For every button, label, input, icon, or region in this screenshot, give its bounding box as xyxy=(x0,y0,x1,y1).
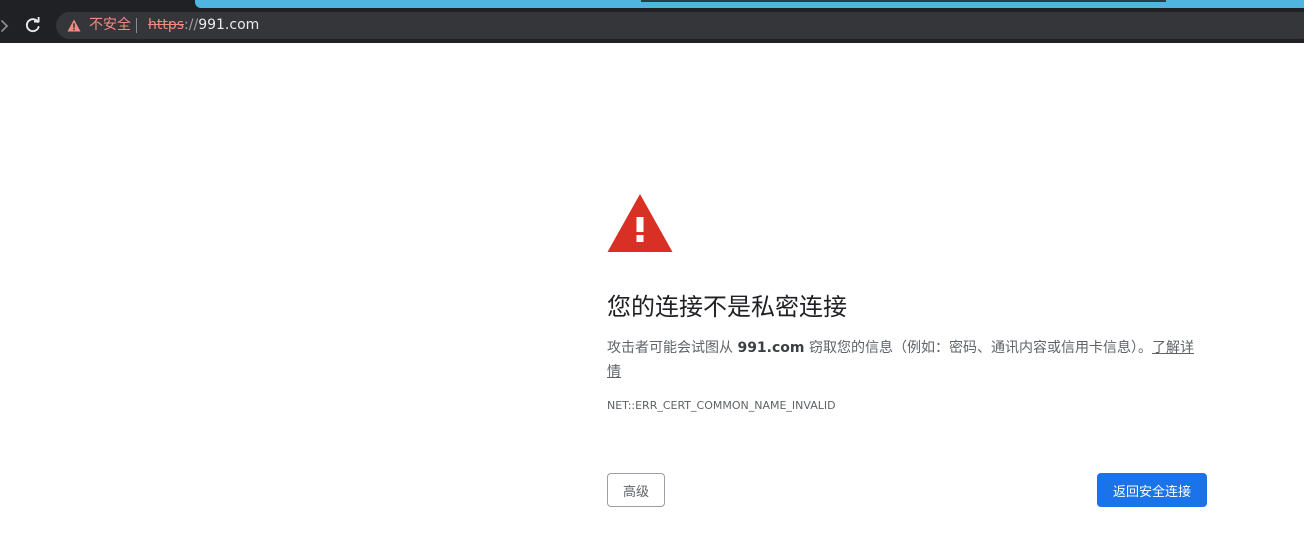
url-separator: :// xyxy=(184,17,199,33)
tab-strip xyxy=(0,0,1304,8)
omnibox-divider xyxy=(136,18,137,33)
browser-toolbar: 不安全 https://991.com xyxy=(0,8,1304,43)
tab-highlight-line xyxy=(641,0,1166,2)
reload-icon[interactable] xyxy=(24,16,42,34)
security-status-label[interactable]: 不安全 xyxy=(89,16,131,35)
back-to-safety-button[interactable]: 返回安全连接 xyxy=(1097,473,1207,507)
advanced-button[interactable]: 高级 xyxy=(607,473,665,507)
url-text[interactable]: https://991.com xyxy=(148,16,259,35)
url-host: 991.com xyxy=(198,17,260,33)
error-code: NET::ERR_CERT_COMMON_NAME_INVALID xyxy=(607,399,836,412)
warning-triangle-icon xyxy=(607,194,673,252)
description-host: 991.com xyxy=(737,340,805,356)
url-scheme: https xyxy=(148,17,185,33)
description-prefix: 攻击者可能会试图从 xyxy=(607,340,738,356)
page-title: 您的连接不是私密连接 xyxy=(607,293,847,321)
description-suffix: 窃取您的信息（例如：密码、通讯内容或信用卡信息）。 xyxy=(804,340,1152,356)
error-description: 攻击者可能会试图从 991.com 窃取您的信息（例如：密码、通讯内容或信用卡信… xyxy=(607,336,1205,384)
interstitial-content: 您的连接不是私密连接 攻击者可能会试图从 991.com 窃取您的信息（例如：密… xyxy=(607,193,1207,414)
forward-arrow-icon[interactable] xyxy=(0,17,12,35)
warning-triangle-icon[interactable] xyxy=(67,19,81,32)
address-bar[interactable]: 不安全 https://991.com xyxy=(56,12,1304,39)
